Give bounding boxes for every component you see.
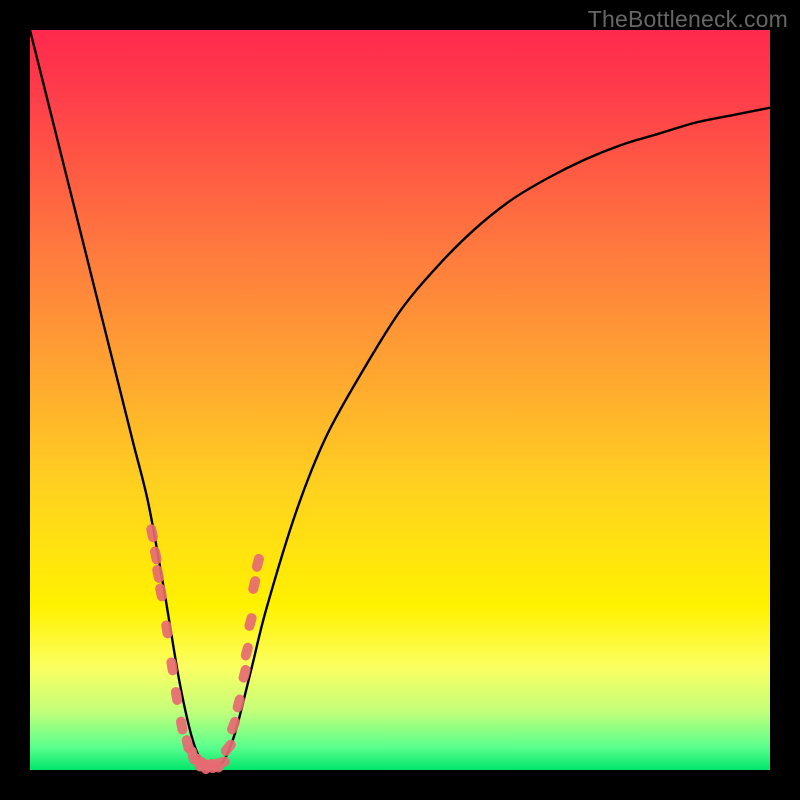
- data-marker: [160, 620, 173, 639]
- data-marker: [151, 564, 164, 584]
- data-marker: [149, 546, 162, 566]
- data-marker: [251, 553, 265, 573]
- marker-group: [145, 523, 265, 775]
- data-marker: [240, 642, 254, 662]
- data-marker: [243, 612, 257, 632]
- data-marker: [154, 583, 167, 603]
- chart-plot-area: [30, 30, 770, 770]
- chart-frame: TheBottleneck.com: [0, 0, 800, 800]
- data-marker: [145, 523, 158, 543]
- data-marker: [247, 575, 261, 595]
- data-marker: [219, 738, 238, 758]
- bottleneck-curve: [30, 30, 770, 767]
- watermark-text: TheBottleneck.com: [588, 6, 788, 33]
- chart-svg: [30, 30, 770, 770]
